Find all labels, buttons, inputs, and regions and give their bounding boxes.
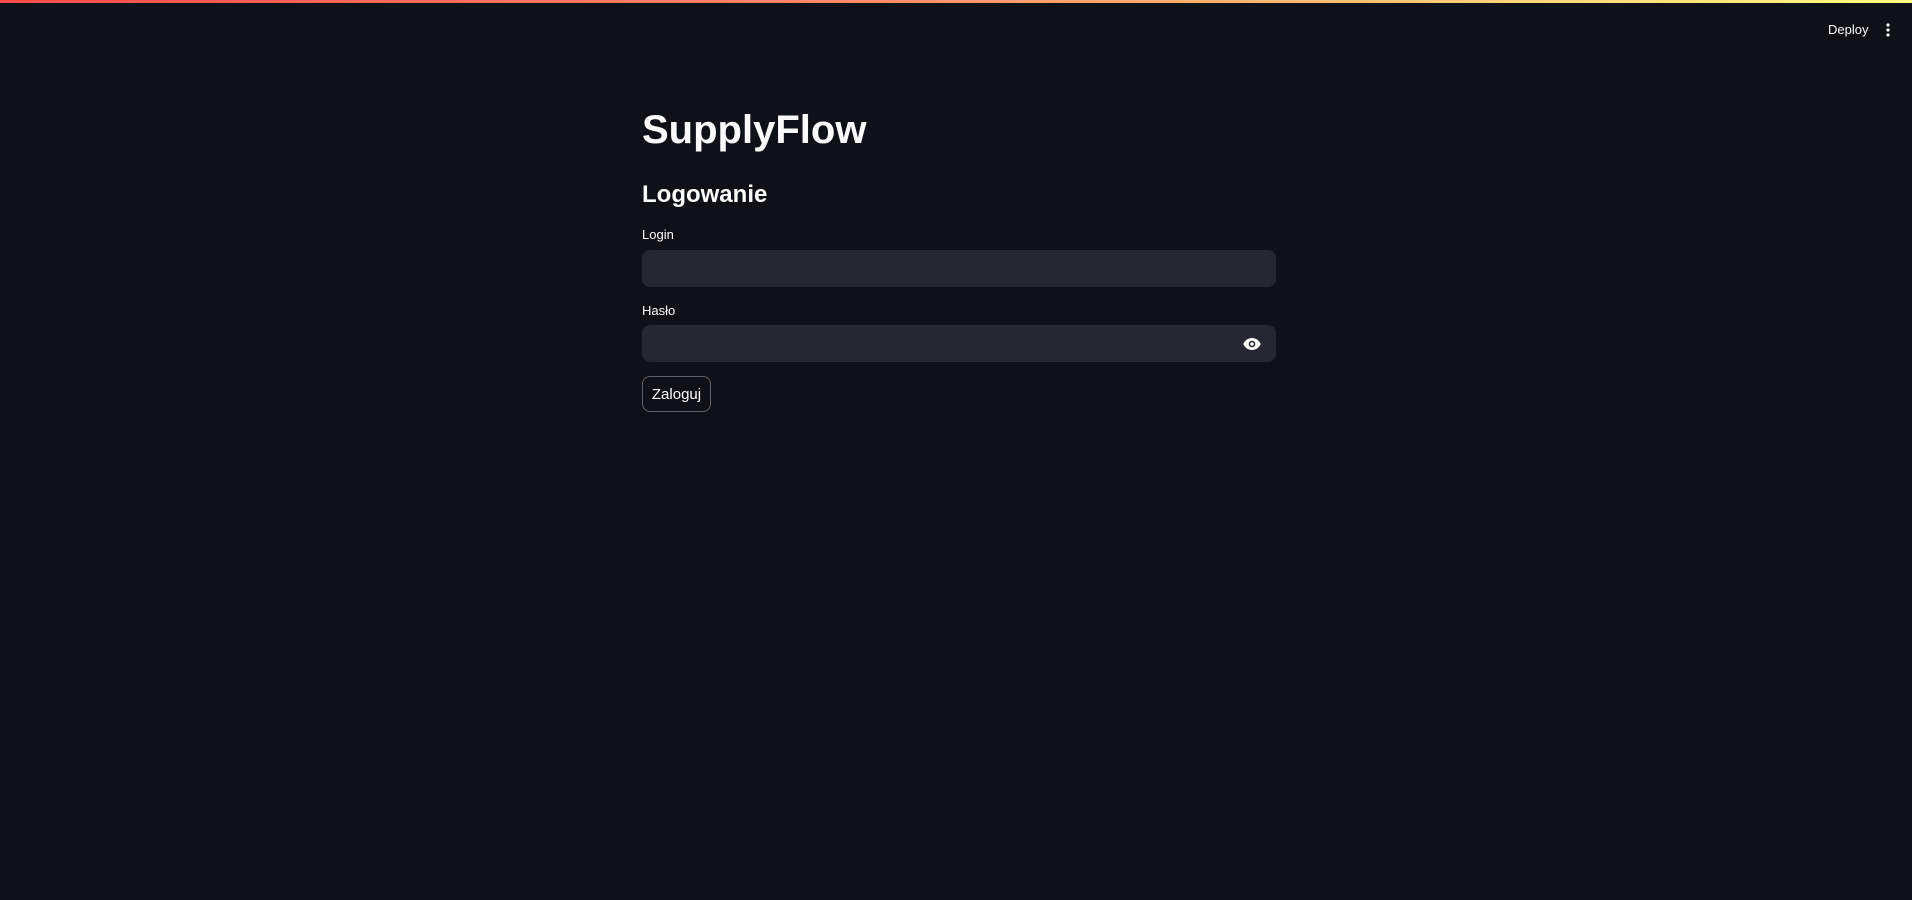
password-label: Hasło — [642, 303, 676, 318]
login-input-container — [642, 250, 1276, 287]
page-title: SupplyFlow — [642, 108, 867, 152]
password-input-container — [642, 325, 1276, 362]
login-label: Login — [642, 227, 674, 242]
login-subheader: Logowanie — [642, 181, 768, 208]
eye-icon — [1243, 338, 1261, 350]
login-submit-button[interactable]: Zaloguj — [642, 376, 711, 412]
show-password-button[interactable] — [1241, 333, 1263, 355]
login-input[interactable] — [643, 251, 1275, 286]
main-menu-button[interactable] — [1876, 18, 1900, 42]
password-input[interactable] — [643, 326, 1275, 361]
deploy-button[interactable]: Deploy — [1822, 19, 1874, 41]
app-header: Deploy — [0, 0, 1912, 60]
vertical-ellipsis-icon — [1886, 23, 1890, 37]
